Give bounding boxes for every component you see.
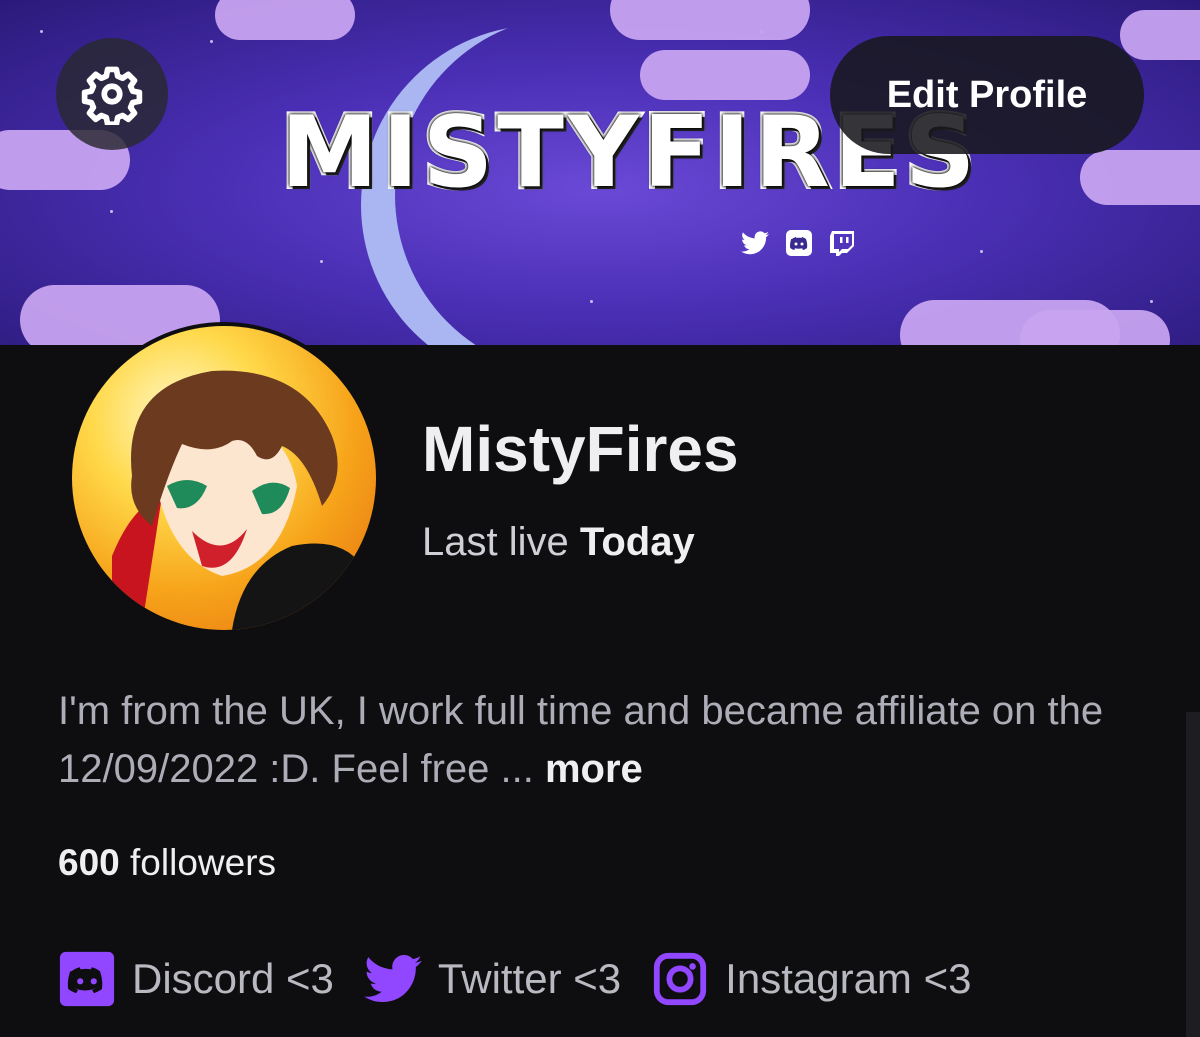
twitter-link[interactable]: Twitter <3 bbox=[364, 950, 621, 1008]
last-live-prefix: Last live bbox=[422, 520, 580, 564]
banner-socials bbox=[740, 228, 858, 258]
twitter-icon bbox=[364, 950, 422, 1008]
discord-icon bbox=[58, 950, 116, 1008]
banner-cloud bbox=[1020, 310, 1170, 345]
instagram-icon bbox=[651, 950, 709, 1008]
edit-profile-button[interactable]: Edit Profile bbox=[830, 36, 1144, 154]
avatar[interactable] bbox=[68, 322, 380, 634]
settings-button[interactable] bbox=[56, 38, 168, 150]
twitter-link-label: Twitter <3 bbox=[437, 955, 622, 1002]
scrollbar[interactable] bbox=[1186, 712, 1200, 1037]
banner-star bbox=[40, 30, 43, 33]
channel-name: MistyFires bbox=[422, 413, 739, 485]
discord-link[interactable]: Discord <3 bbox=[58, 950, 334, 1008]
banner-cloud bbox=[1120, 10, 1200, 60]
followers-label: followers bbox=[130, 842, 277, 883]
last-live-value: Today bbox=[579, 520, 695, 564]
banner-star bbox=[320, 260, 323, 263]
twitter-icon bbox=[740, 228, 770, 258]
bio-more-link[interactable]: more bbox=[545, 747, 643, 791]
banner-cloud bbox=[610, 0, 810, 40]
followers-count[interactable]: 600 followers bbox=[58, 842, 276, 884]
channel-bio: I'm from the UK, I work full time and be… bbox=[58, 682, 1158, 798]
banner-star bbox=[210, 40, 213, 43]
gear-icon bbox=[81, 66, 143, 125]
banner-star bbox=[980, 250, 983, 253]
avatar-image bbox=[72, 326, 376, 630]
followers-number: 600 bbox=[58, 842, 120, 883]
social-links: Discord <3 Twitter <3 Instagram <3 bbox=[58, 950, 1001, 1008]
banner-star bbox=[1150, 300, 1153, 303]
twitch-icon bbox=[828, 228, 858, 258]
banner-cloud bbox=[215, 0, 355, 40]
discord-link-label: Discord <3 bbox=[132, 955, 334, 1002]
profile-banner: MISTYFIRES Edit Profile bbox=[0, 0, 1200, 345]
banner-star bbox=[110, 210, 113, 213]
banner-cloud bbox=[640, 50, 810, 100]
discord-icon bbox=[784, 228, 814, 258]
instagram-link-label: Instagram <3 bbox=[725, 955, 972, 1002]
last-live-status: Last live Today bbox=[422, 520, 695, 565]
instagram-link[interactable]: Instagram <3 bbox=[651, 950, 971, 1008]
